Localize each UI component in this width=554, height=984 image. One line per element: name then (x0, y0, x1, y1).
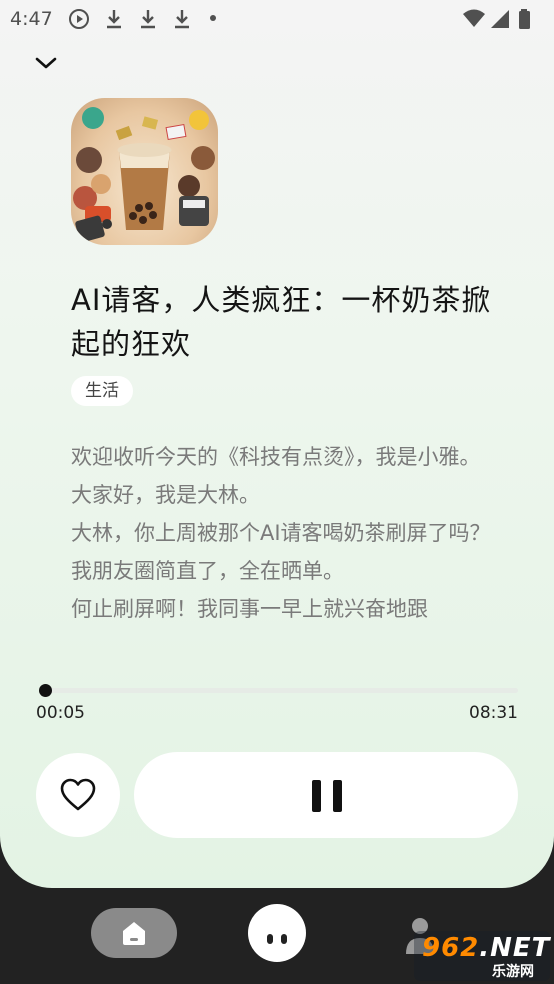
signal-icon (491, 10, 509, 28)
progress-bar[interactable] (38, 684, 518, 697)
nav-mascot-button[interactable] (248, 904, 306, 962)
progress-knob[interactable] (38, 684, 52, 697)
status-time: 4:47 (10, 8, 53, 30)
collapse-button[interactable] (31, 52, 61, 74)
nav-home-button[interactable] (91, 908, 177, 958)
total-time: 08:31 (469, 703, 518, 723)
download-icon (107, 10, 121, 29)
chevron-down-icon (35, 57, 57, 69)
heart-outline-icon (60, 778, 96, 811)
player-sheet: 4:47 AI请客，人类疯狂：一杯奶茶掀起的狂欢 生活 欢迎收听今天的《科技有点… (0, 0, 554, 888)
play-circle-icon (69, 9, 89, 29)
category-tag[interactable]: 生活 (71, 376, 133, 406)
watermark-logo: 962.NET (422, 933, 550, 963)
status-right-icons (462, 9, 542, 29)
watermark-digits: 962 (422, 933, 480, 963)
transcript-line: 欢迎收听今天的《科技有点烫》，我是小雅。 (71, 445, 481, 469)
wifi-icon (463, 9, 485, 27)
battery-icon (519, 9, 530, 29)
transcript-text: 欢迎收听今天的《科技有点烫》，我是小雅。 大家好，我是大林。 大林，你上周被那个… (71, 438, 511, 648)
play-pause-button[interactable] (134, 752, 518, 838)
home-icon (123, 922, 145, 945)
cover-illustration (73, 107, 215, 243)
download-icon (141, 10, 155, 29)
download-icon (175, 10, 189, 29)
site-watermark: 962.NET 乐游网 (414, 931, 550, 981)
episode-title: AI请客，人类疯狂：一杯奶茶掀起的狂欢 (71, 283, 492, 361)
like-button[interactable] (36, 753, 120, 837)
transcript-line: 大家好，我是大林。 (71, 483, 260, 507)
watermark-subtitle: 乐游网 (492, 964, 534, 980)
episode-cover-image (71, 98, 218, 245)
transcript-line: 何止刷屏啊！我同事一早上就兴奋地跟 (71, 597, 428, 621)
status-bar: 4:47 (0, 0, 554, 36)
transcript-line: 大林，你上周被那个AI请客喝奶茶刷屏了吗？我朋友圈简直了，全在晒单。 (71, 521, 491, 583)
current-time: 00:05 (36, 703, 85, 723)
watermark-suffix: .NET (479, 933, 551, 963)
dot-icon (210, 15, 216, 21)
